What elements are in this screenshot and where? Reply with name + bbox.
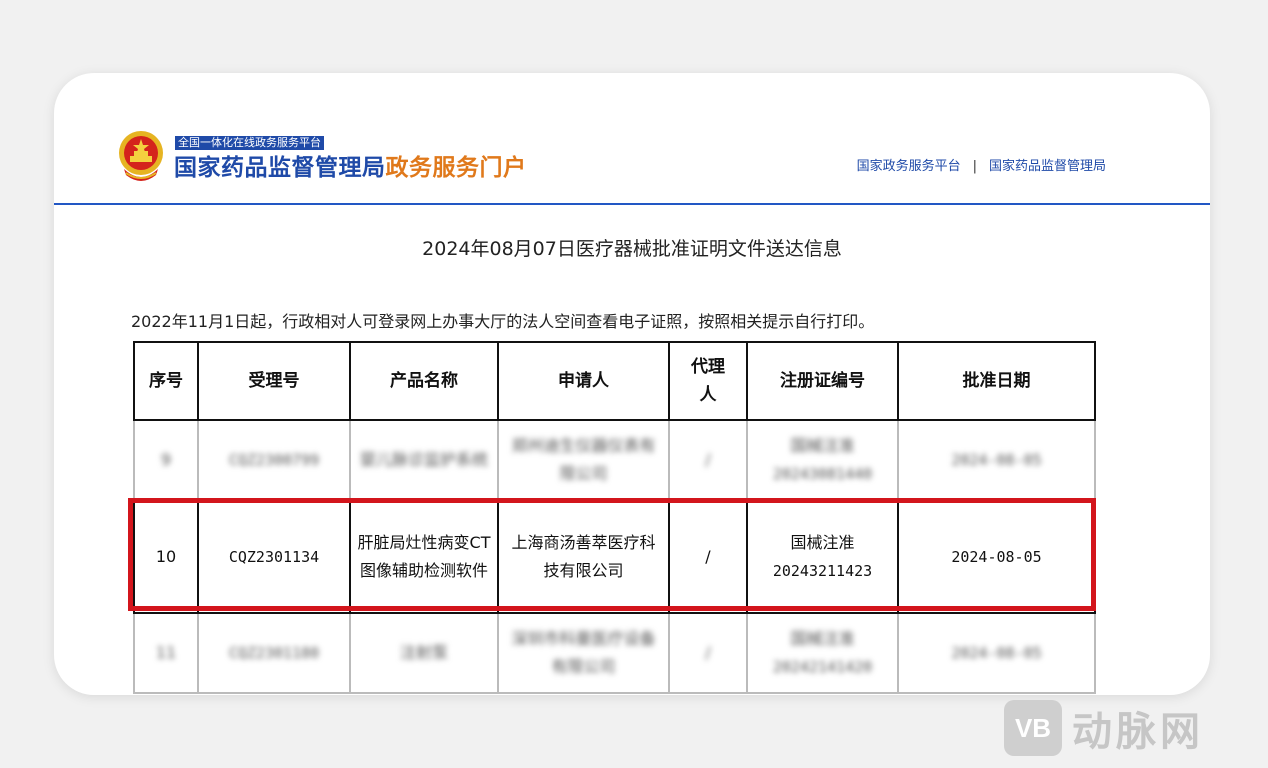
site-title-portal: 政务服务门户 [385,155,527,181]
link-national-gov-service[interactable]: 国家政务服务平台 [857,159,961,174]
reg-no-number: 20242141420 [772,658,873,676]
cell-product: 婴儿脉诊监护系统 [349,419,499,501]
watermark-text: 动脉网 [1072,709,1204,755]
cell-no: 10 [133,499,199,614]
site-header: 全国一体化在线政务服务平台 国家药品监督管理局政务服务门户 国家政务服务平台 | 国… [54,73,1210,205]
table-row-highlighted: 10 CQZ2301134 肝脏局灶性病变CT图像辅助检测软件 上海商汤善萃医疗… [133,499,1096,614]
reg-no-prefix: 国械注准 [790,532,855,552]
cell-reg-no: 国械注准 20242141420 [746,612,899,694]
col-header-product: 产品名称 [349,341,499,421]
cell-agent: / [668,499,748,614]
cell-no: 9 [133,419,199,501]
cell-applicant: 上海商汤善萃医疗科技有限公司 [497,499,670,614]
cell-date: 2024-08-05 [897,612,1096,694]
table-row: 9 CQZ2300799 婴儿脉诊监护系统 郑州迪生仪器仪表有限公司 / 国械注… [133,419,1096,501]
table-header-row: 序号 受理号 产品名称 申请人 代理人 注册证编号 批准日期 [133,341,1096,421]
cell-agent: / [668,612,748,694]
vb-logo-icon: VB [1004,700,1062,756]
reg-no-number: 20243081440 [772,465,873,483]
col-header-acceptance: 受理号 [197,341,351,421]
link-separator: | [972,159,977,174]
cell-reg-no: 国械注准 20243081440 [746,419,899,501]
site-title-agency: 国家药品监督管理局 [174,155,386,181]
col-header-reg-no: 注册证编号 [746,341,899,421]
cell-reg-no: 国械注准 20243211423 [746,499,899,614]
cell-applicant: 深圳市科曼医疗设备有限公司 [497,612,670,694]
cell-acceptance: CQZ2301180 [197,612,351,694]
link-nmpa[interactable]: 国家药品监督管理局 [989,159,1106,174]
cell-date: 2024-08-05 [897,419,1096,501]
document-title: 2024年08月07日医疗器械批准证明文件送达信息 [422,238,842,260]
col-header-date: 批准日期 [897,341,1096,421]
portal-card: 全国一体化在线政务服务平台 国家药品监督管理局政务服务门户 国家政务服务平台 | 国… [54,73,1210,695]
watermark: VB 动脉网 [1004,696,1260,760]
col-header-agent: 代理人 [668,341,748,421]
approval-table: 序号 受理号 产品名称 申请人 代理人 注册证编号 批准日期 9 CQZ2300… [133,341,1096,694]
platform-tagline: 全国一体化在线政务服务平台 [175,136,324,150]
table-row: 11 CQZ2301180 注射泵 深圳市科曼医疗设备有限公司 / 国械注准 2… [133,612,1096,694]
national-emblem-icon [119,131,163,181]
cell-applicant: 郑州迪生仪器仪表有限公司 [497,419,670,501]
cell-date: 2024-08-05 [897,499,1096,614]
notice-text: 2022年11月1日起，行政相对人可登录网上办事大厅的法人空间查看电子证照，按照… [131,312,875,331]
cell-no: 11 [133,612,199,694]
cell-acceptance: CQZ2300799 [197,419,351,501]
reg-no-number: 20243211423 [772,561,873,580]
top-links: 国家政务服务平台 | 国家药品监督管理局 [857,155,1106,174]
col-header-no: 序号 [133,341,199,421]
col-header-applicant: 申请人 [497,341,670,421]
reg-no-prefix: 国械注准 [790,629,855,648]
header-divider [54,203,1210,205]
cell-acceptance: CQZ2301134 [197,499,351,614]
site-title[interactable]: 国家药品监督管理局政务服务门户 [174,153,527,183]
cell-product: 肝脏局灶性病变CT图像辅助检测软件 [349,499,499,614]
cell-product: 注射泵 [349,612,499,694]
cell-agent: / [668,419,748,501]
reg-no-prefix: 国械注准 [790,436,855,455]
